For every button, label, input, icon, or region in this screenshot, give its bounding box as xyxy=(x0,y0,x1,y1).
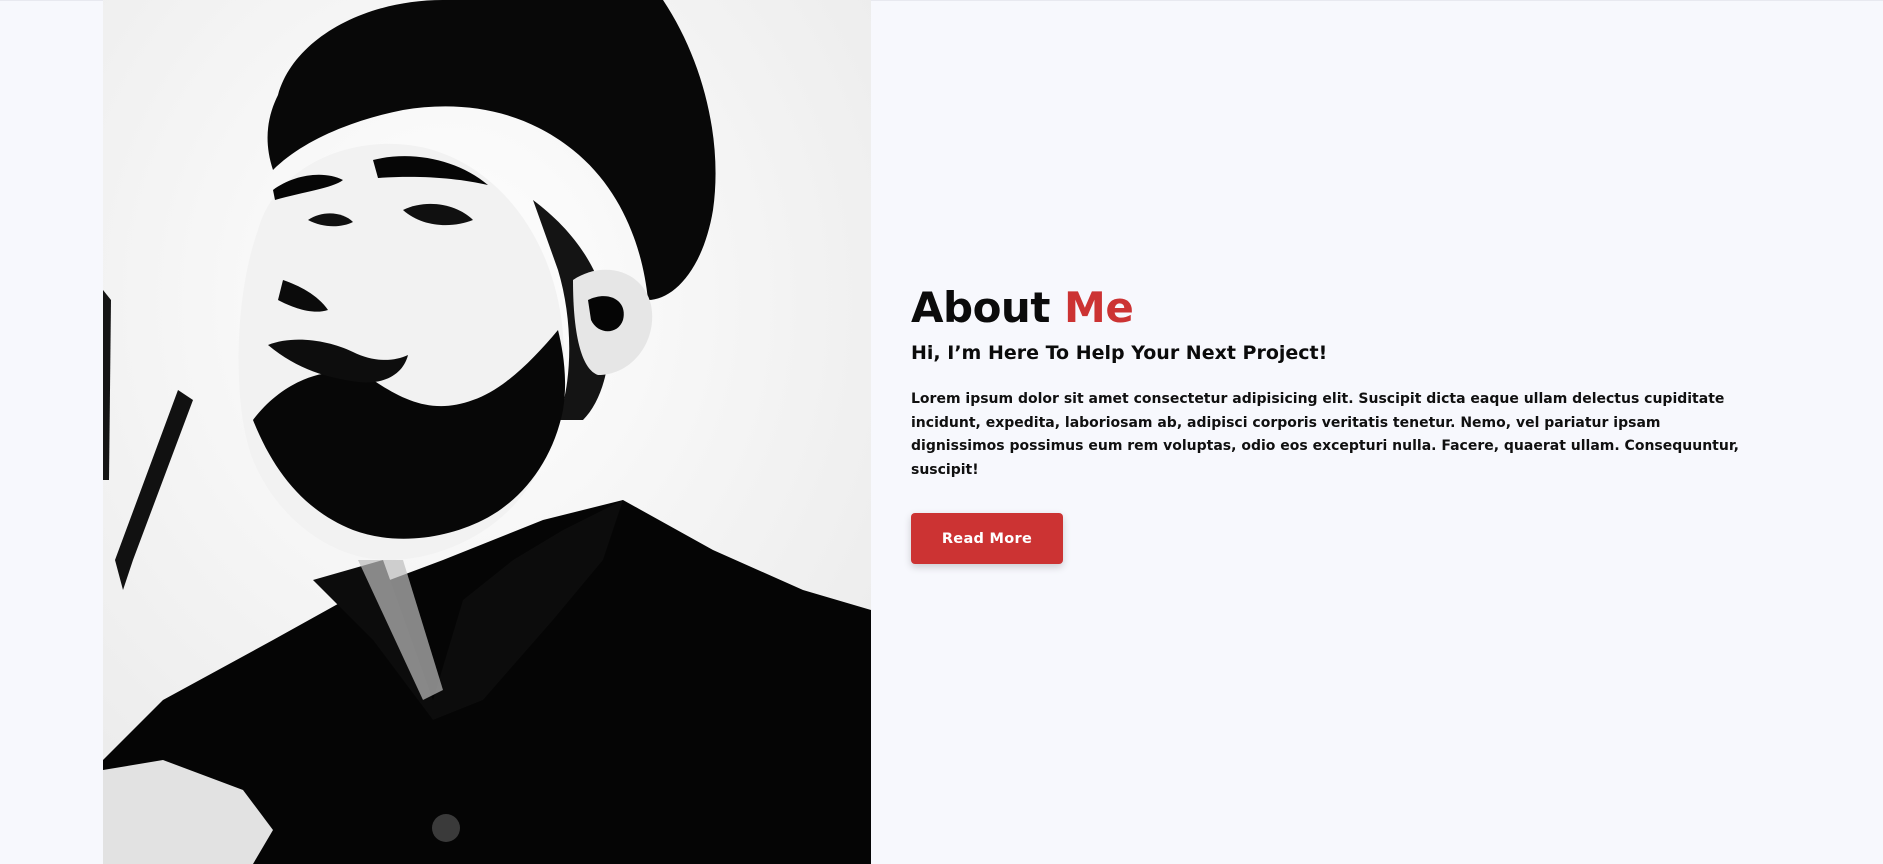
about-section: About Me Hi, I’m Here To Help Your Next … xyxy=(911,282,1771,564)
about-subtitle: Hi, I’m Here To Help Your Next Project! xyxy=(911,342,1328,364)
about-title: About Me xyxy=(911,282,1771,334)
portrait-illustration xyxy=(103,0,871,864)
about-title-main: About xyxy=(911,283,1050,332)
profile-photo xyxy=(103,0,871,864)
read-more-button[interactable]: Read More xyxy=(911,513,1063,564)
about-description: Lorem ipsum dolor sit amet consectetur a… xyxy=(911,391,1739,478)
about-title-accent: Me xyxy=(1064,283,1134,332)
